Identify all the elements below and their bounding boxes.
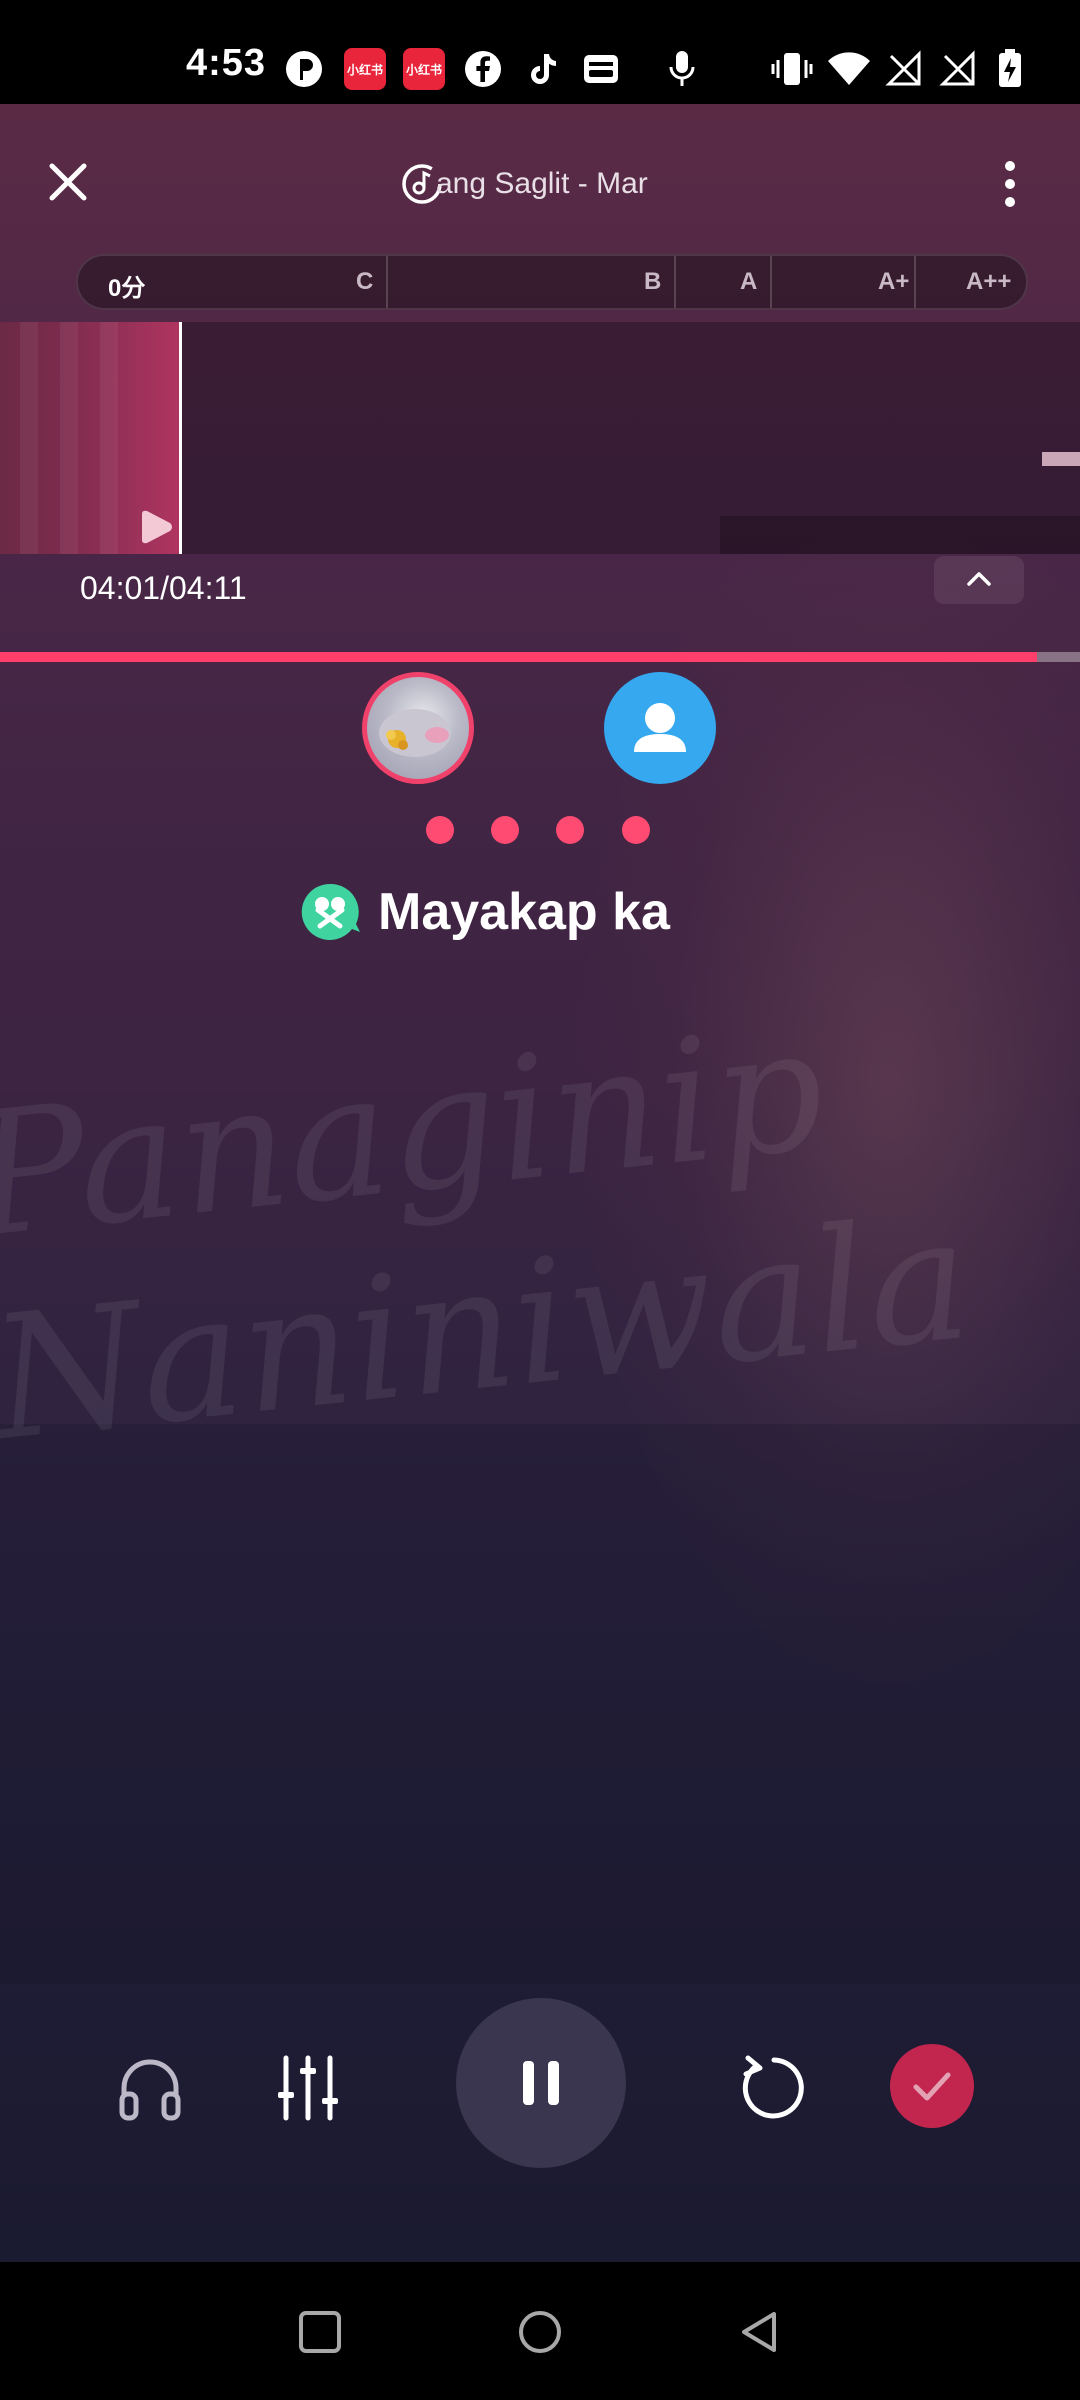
user-avatar[interactable] <box>362 672 474 784</box>
tiktok-icon <box>523 50 563 88</box>
xiaohongshu-icon: 小红书 <box>344 48 386 90</box>
lyric-line: Mayakap ka <box>378 883 670 941</box>
playback-time: 04:01/04:11 <box>80 570 247 606</box>
headphone-icon <box>119 2059 181 2121</box>
current-lyric: Mayakap ka <box>298 870 718 954</box>
square-icon <box>299 2311 341 2353</box>
song-progress-bar[interactable] <box>0 652 1080 662</box>
back-button[interactable] <box>730 2302 790 2362</box>
score-segment-b <box>388 256 676 308</box>
finish-button[interactable] <box>890 2044 974 2128</box>
more-options-button[interactable] <box>992 156 1028 212</box>
restart-icon <box>742 2055 804 2119</box>
back-triangle-icon <box>742 2312 776 2352</box>
headphone-button[interactable] <box>108 2046 192 2130</box>
battery-charging-icon <box>994 49 1026 88</box>
status-time: 4:53 <box>186 42 267 84</box>
countdown-dot <box>556 816 584 844</box>
current-score: 0分 <box>108 275 146 302</box>
facebook-icon <box>463 50 503 88</box>
collapse-button[interactable] <box>934 556 1024 604</box>
song-progress-fill <box>0 652 1037 662</box>
countdown-dot <box>491 816 519 844</box>
countdown-dots <box>426 816 666 846</box>
mic-icon <box>662 50 702 88</box>
chevron-up-icon <box>967 572 991 586</box>
system-nav-bar <box>0 2262 1080 2400</box>
pitch-stripe <box>60 322 78 554</box>
close-icon <box>49 163 87 201</box>
grade-label-a-plus-plus: A++ <box>966 268 1012 295</box>
no-sim-icon <box>884 50 924 88</box>
grade-label-a-plus: A+ <box>878 268 910 295</box>
pitch-shadow <box>720 516 1080 554</box>
partner-avatar[interactable] <box>604 672 716 784</box>
wifi-icon <box>826 50 872 88</box>
pause-button[interactable] <box>456 1998 626 2168</box>
wallet-icon <box>581 50 621 88</box>
close-button[interactable] <box>40 154 96 210</box>
xiaohongshu-icon: 小红书 <box>403 48 445 90</box>
no-sim-icon <box>938 50 978 88</box>
circle-icon <box>519 2311 561 2353</box>
status-bar: 4:53 小红书 小红书 <box>0 0 1080 104</box>
mixer-icon <box>278 2055 338 2121</box>
grade-label-b: B <box>644 268 662 295</box>
score-grade-bar: 0分 C B A A+ A++ <box>76 254 1028 310</box>
person-icon <box>634 703 686 752</box>
recents-button[interactable] <box>290 2302 350 2362</box>
pitch-stripe <box>100 322 118 554</box>
pinterest-icon <box>284 50 324 88</box>
home-button[interactable] <box>510 2302 570 2362</box>
restart-button[interactable] <box>732 2046 816 2130</box>
pitch-target-note <box>1042 452 1080 466</box>
mixer-button[interactable] <box>266 2046 350 2130</box>
karaoke-screen: Panaginip Naniniwala ang Saglit - Mar 0分… <box>0 104 1080 2262</box>
pitch-cursor <box>179 322 182 554</box>
voice-pitch-marker-icon <box>142 510 172 544</box>
duet-mic-icon <box>301 883 360 940</box>
vibrate-icon <box>770 50 814 88</box>
background-band <box>0 1424 1080 1984</box>
grade-label-c: C <box>356 268 374 295</box>
avatar-image <box>379 709 451 757</box>
pitch-stripe <box>20 322 38 554</box>
song-title: ang Saglit - Mar <box>436 167 648 200</box>
more-vertical-icon <box>1005 161 1015 207</box>
grade-label-a: A <box>740 268 758 295</box>
countdown-dot <box>622 816 650 844</box>
countdown-dot <box>426 816 454 844</box>
pause-icon <box>523 2061 559 2105</box>
score-segment-a <box>676 256 772 308</box>
song-title-bar[interactable]: ang Saglit - Mar <box>400 160 690 208</box>
check-icon <box>913 2072 951 2101</box>
